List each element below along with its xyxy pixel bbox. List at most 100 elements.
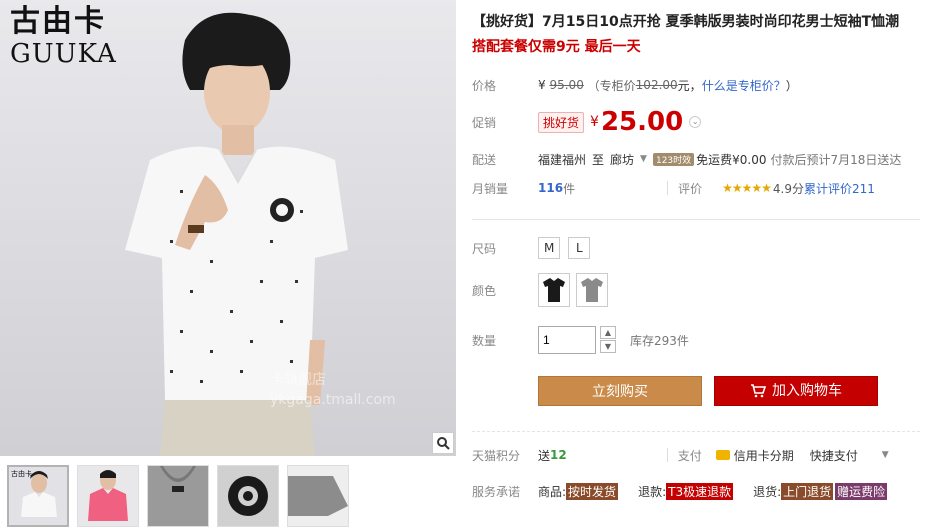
service-return-tag[interactable]: 上门退货 <box>781 482 834 500</box>
rating-score: 4.9分 <box>772 181 804 196</box>
points-value: 12 <box>550 448 567 462</box>
size-label: 尺码 <box>472 241 497 256</box>
product-info-panel: 【挑好货】7月15日10点开抢 夏季韩版男装时尚印花男士短袖T恤潮 搭配套餐仅需… <box>472 0 930 504</box>
service-label: 服务承诺 <box>472 484 521 499</box>
color-row: 颜色 <box>472 270 930 310</box>
price-label: 价格 <box>472 78 497 93</box>
decrease-quantity-icon[interactable]: ▼ <box>600 340 616 353</box>
points-prefix: 送 <box>538 448 551 463</box>
size-row: 尺码 M L <box>472 234 930 262</box>
rating-stars-icon: ★★★★★ <box>722 181 772 195</box>
main-product-image[interactable]: 古由卡 GUUKA 卡旗舰店 ykgaga.tmall.com <box>0 0 456 456</box>
size-option-m[interactable]: M <box>538 237 561 259</box>
service-refund-tag[interactable]: T3极速退款 <box>666 482 734 500</box>
quantity-input[interactable] <box>538 326 596 354</box>
thumbnail-print-detail <box>218 466 278 526</box>
service-row: 服务承诺 商品: 按时发货 退款: T3极速退款 退货: 上门退货 赠运费险 <box>472 478 930 504</box>
points-label: 天猫积分 <box>472 448 521 463</box>
shipping-fee: 免运费¥0.00 <box>696 152 767 167</box>
thumbnail-2[interactable] <box>77 465 139 527</box>
promo-price: 25.00 <box>600 107 684 137</box>
counter-price-prefix: （专柜价 <box>587 78 636 93</box>
shipping-to-word: 至 <box>592 152 605 167</box>
increase-quantity-icon[interactable]: ▲ <box>600 326 616 339</box>
thumbnail-5[interactable] <box>287 465 349 527</box>
shipping-label: 配送 <box>472 152 497 167</box>
brand-logo-cn: 古由卡 <box>10 4 106 39</box>
thumbnail-gray-collar <box>148 466 208 526</box>
buy-now-button[interactable]: 立刻购买 <box>538 376 702 406</box>
points-row: 天猫积分 送 12 支付 信用卡分期 快捷支付 ▼ <box>472 442 930 468</box>
size-option-l[interactable]: L <box>568 237 591 259</box>
counter-price: 102.00 <box>635 78 678 92</box>
service-insurance-tag[interactable]: 赠运费险 <box>835 482 888 500</box>
promo-row: 促销 挑好货 ¥ 25.00 ⌄ <box>472 103 930 141</box>
thumbnail-gray-sleeve <box>288 466 348 526</box>
thumbnail-4[interactable] <box>217 465 279 527</box>
shipping-row: 配送 福建福州 至 廊坊 ▼ 123时效 免运费¥0.00 付款后预计7月18日… <box>472 145 930 173</box>
promo-badge: 挑好货 <box>538 111 585 133</box>
service-return-prefix: 退货: <box>753 484 782 499</box>
destination-caret-icon[interactable]: ▼ <box>640 154 647 164</box>
quick-pay-link[interactable]: 快捷支付 <box>810 447 858 464</box>
stock-count: 库存293件 <box>630 333 689 348</box>
svg-text:古由卡: 古由卡 <box>11 469 32 478</box>
shipping-from: 福建福州 <box>538 152 587 167</box>
price-row: 价格 ¥ 95.00 （专柜价 102.00 元， 什么是专柜价？ ） <box>472 67 930 103</box>
service-refund-prefix: 退款: <box>638 484 667 499</box>
credit-card-icon <box>715 450 730 460</box>
counter-price-close: ） <box>785 78 798 93</box>
sales-divider <box>667 181 669 195</box>
credit-installment-link[interactable]: 信用卡分期 <box>734 447 794 464</box>
promo-label: 促销 <box>472 115 497 130</box>
quantity-stepper: ▲ ▼ <box>600 326 616 354</box>
chevron-down-icon[interactable]: ⌄ <box>689 116 702 128</box>
section-divider <box>472 219 920 220</box>
thumbnail-strip: 古由卡 <box>7 465 349 527</box>
monthly-sales-count: 116 <box>538 181 564 195</box>
section-divider-2 <box>472 431 920 432</box>
sales-label: 月销量 <box>472 181 509 196</box>
service-goods-tag[interactable]: 按时发货 <box>566 482 619 500</box>
service-goods-prefix: 商品: <box>538 484 567 499</box>
counter-price-suffix: 元， <box>677 78 702 93</box>
product-title: 【挑好货】7月15日10点开抢 夏季韩版男装时尚印花男士短袖T恤潮 <box>472 14 900 30</box>
quantity-row: 数量 ▲ ▼ 库存293件 <box>472 320 930 360</box>
promo-currency: ¥ <box>590 114 599 130</box>
watermark-store-url: ykgaga.tmall.com <box>270 392 396 408</box>
counter-price-help-link[interactable]: 什么是专柜价？ <box>702 77 786 94</box>
thumbnail-model-white: 古由卡 <box>9 467 67 525</box>
color-option-gray[interactable] <box>576 273 608 307</box>
sales-unit: 件 <box>563 181 576 196</box>
price-currency: ¥ <box>538 78 546 92</box>
gray-tshirt-icon <box>581 278 603 302</box>
thumbnail-3[interactable] <box>147 465 209 527</box>
purchase-actions: 立刻购买 加入购物车 <box>538 376 930 406</box>
brand-logo: 古由卡 GUUKA <box>10 4 117 68</box>
quantity-label: 数量 <box>472 333 497 348</box>
store-watermark: 卡旗舰店 ykgaga.tmall.com <box>270 370 396 410</box>
cart-icon <box>751 384 766 398</box>
payment-caret-icon[interactable]: ▼ <box>882 450 889 460</box>
add-to-cart-label: 加入购物车 <box>772 383 842 399</box>
delivery-speed-badge: 123时效 <box>652 152 695 166</box>
price-panel: 价格 ¥ 95.00 （专柜价 102.00 元， 什么是专柜价？ ） 促销 挑… <box>472 67 930 141</box>
color-label: 颜色 <box>472 283 497 298</box>
brand-logo-en: GUUKA <box>10 39 117 69</box>
product-subtitle: 搭配套餐仅需9元 最后一天 <box>472 39 641 55</box>
shipping-destination[interactable]: 廊坊 <box>610 151 634 168</box>
thumbnail-1[interactable]: 古由卡 <box>7 465 69 527</box>
magnifier-icon <box>437 437 450 450</box>
watermark-store-name: 卡旗舰店 <box>270 372 326 388</box>
sales-row: 月销量 116 件 评价 ★★★★★ 4.9分 累计评价211 <box>472 173 930 203</box>
rating-label: 评价 <box>678 181 703 196</box>
points-divider <box>666 448 668 462</box>
payment-label: 支付 <box>677 448 702 463</box>
color-option-black[interactable] <box>538 273 570 307</box>
black-tshirt-icon <box>543 278 565 302</box>
zoom-button[interactable] <box>432 432 454 454</box>
review-count-link[interactable]: 累计评价211 <box>804 180 875 197</box>
shipping-eta: 付款后预计7月18日送达 <box>770 152 902 167</box>
thumbnail-model-pink <box>78 466 138 526</box>
add-to-cart-button[interactable]: 加入购物车 <box>714 376 878 406</box>
